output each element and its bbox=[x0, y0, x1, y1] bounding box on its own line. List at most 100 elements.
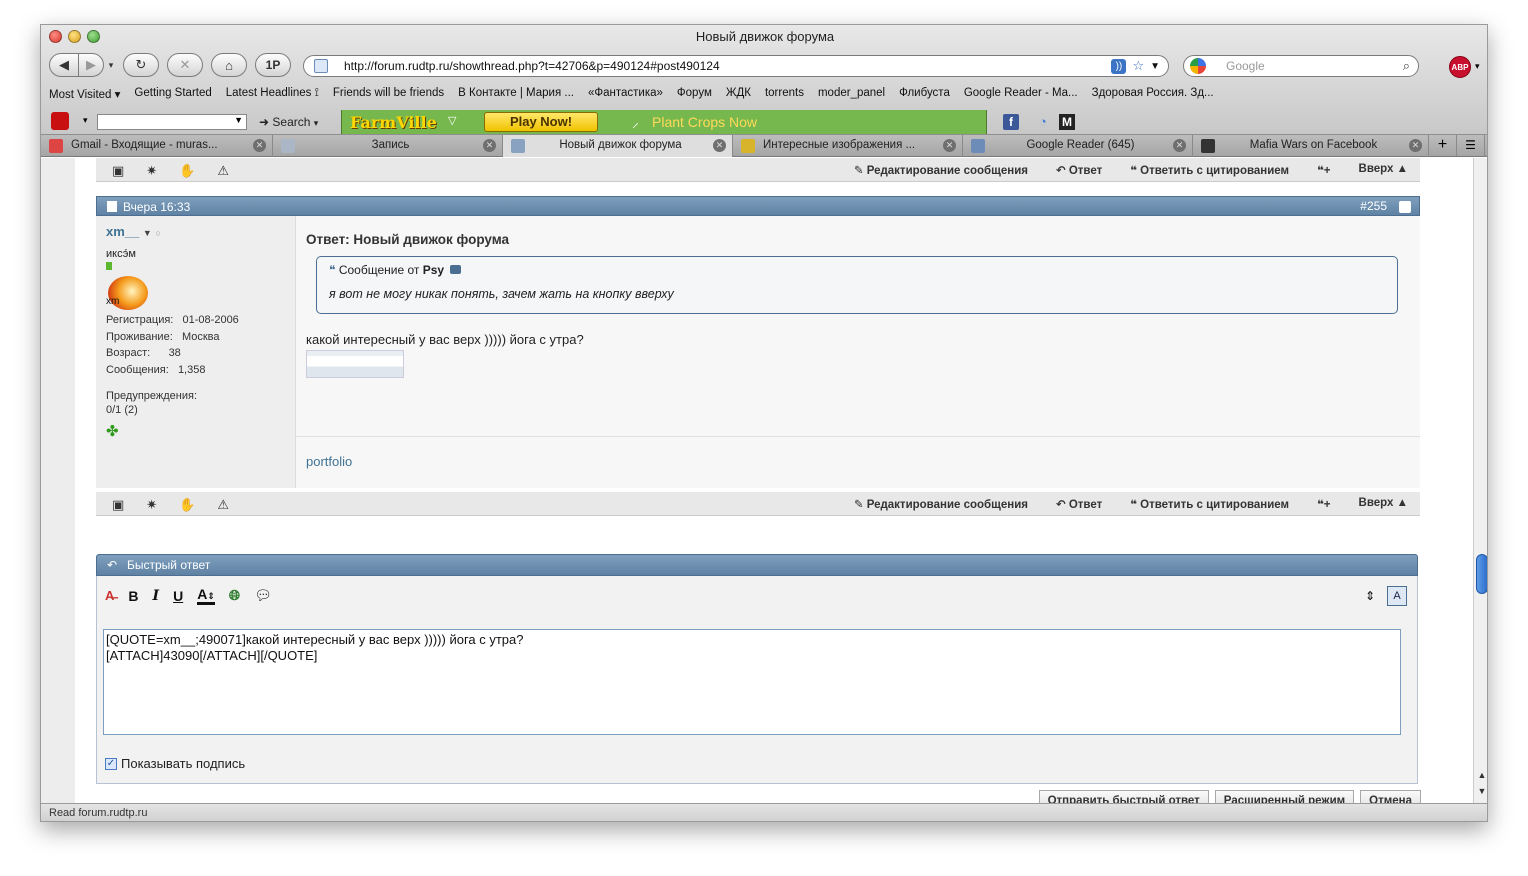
close-tab-icon[interactable]: ✕ bbox=[253, 139, 266, 152]
close-tab-icon[interactable]: ✕ bbox=[943, 139, 956, 152]
bookmark-item[interactable]: В Контакте | Мария ... bbox=[458, 87, 574, 107]
show-signature-checkbox[interactable]: ✓ bbox=[105, 757, 117, 770]
insert-quote-icon[interactable]: 💬︎ bbox=[254, 587, 272, 604]
plant-crops-link[interactable]: Plant Crops Now bbox=[652, 114, 757, 130]
quote-reply-link[interactable]: ❝ Ответить с цитированием bbox=[1130, 163, 1289, 177]
scroll-down-arrow[interactable]: ▼ bbox=[1476, 786, 1487, 796]
scrollbar-thumb[interactable] bbox=[1476, 554, 1487, 594]
bookmark-item[interactable]: Most Visited ▾ bbox=[49, 87, 120, 107]
resize-editor-icon[interactable]: ⇕ bbox=[1365, 589, 1375, 603]
send-quick-reply-button[interactable]: Отправить быстрый ответ bbox=[1038, 790, 1209, 803]
multiquote-icon[interactable]: ❝+ bbox=[1317, 497, 1330, 511]
cancel-button[interactable]: Отмена bbox=[1360, 790, 1421, 803]
url-dropdown-icon[interactable]: ▼ bbox=[1150, 61, 1160, 72]
google-engine-icon[interactable] bbox=[1190, 58, 1206, 74]
ip-icon[interactable]: ▣ bbox=[112, 163, 124, 179]
scroll-up-arrow[interactable]: ▲ bbox=[1476, 770, 1487, 780]
scroll-top-link[interactable]: Вверх ▲ bbox=[1359, 497, 1408, 511]
close-tab-icon[interactable]: ✕ bbox=[1409, 139, 1422, 152]
farmville-logo[interactable]: FarmVille bbox=[350, 113, 437, 132]
username-link[interactable]: xm__ ▼ ○ bbox=[106, 224, 161, 239]
font-color-button[interactable]: A⇕ bbox=[197, 586, 215, 605]
bookmark-star-icon[interactable]: ☆ bbox=[1132, 58, 1144, 74]
tab-google-reader[interactable]: Google Reader (645) ✕ bbox=[963, 135, 1193, 157]
tab-zapis[interactable]: Запись ✕ bbox=[273, 135, 503, 157]
bookmark-item[interactable]: ЖДК bbox=[726, 87, 751, 107]
onepassword-button[interactable]: 1P bbox=[255, 53, 291, 77]
bookmark-item[interactable]: «Фантастика» bbox=[588, 87, 663, 107]
bookmark-item[interactable]: Latest Headlines ⟟ bbox=[226, 87, 319, 107]
bookmark-item[interactable]: torrents bbox=[765, 87, 804, 107]
mafia-icon[interactable]: M bbox=[1059, 114, 1075, 130]
advanced-mode-button[interactable]: Расширенный режим bbox=[1214, 790, 1355, 803]
tab-list-button[interactable]: ☰ bbox=[1457, 135, 1485, 156]
thanks-icon[interactable]: ✋ bbox=[179, 163, 195, 179]
bookmark-item[interactable]: Флибуста bbox=[899, 87, 950, 107]
italic-button[interactable]: I bbox=[153, 588, 160, 604]
farmville-dropdown-icon[interactable]: ▽ bbox=[448, 114, 456, 127]
addon-dropdown-icon[interactable]: ▾ bbox=[83, 115, 88, 126]
user-menu-dropdown-icon[interactable]: ▼ bbox=[143, 228, 152, 238]
bookmark-item[interactable]: Getting Started bbox=[134, 87, 211, 107]
tab-mafia-wars[interactable]: Mafia Wars on Facebook ✕ bbox=[1193, 135, 1429, 157]
scroll-top-link[interactable]: Вверх ▲ bbox=[1359, 163, 1408, 177]
report-warning-icon[interactable]: ⚠ bbox=[217, 163, 229, 179]
search-input[interactable]: Google ⌕ bbox=[1183, 55, 1419, 77]
url-bar[interactable]: http://forum.rudtp.ru/showthread.php?t=4… bbox=[303, 55, 1169, 77]
search-magnifier-icon[interactable]: ⌕ bbox=[1403, 58, 1410, 74]
signature-link[interactable]: portfolio bbox=[306, 454, 352, 469]
close-tab-icon[interactable]: ✕ bbox=[1173, 139, 1186, 152]
history-dropdown[interactable]: ▾ bbox=[104, 53, 118, 77]
quick-reply-textarea[interactable]: [QUOTE=xm__;490071]какой интересный у ва… bbox=[103, 629, 1401, 735]
tab-forum-active[interactable]: Новый движок форума ✕ bbox=[503, 135, 733, 157]
reply-link[interactable]: ↶ Ответ bbox=[1056, 497, 1102, 511]
switch-editor-mode-button[interactable]: A bbox=[1387, 586, 1407, 606]
rss-feed-icon[interactable]: )) bbox=[1111, 58, 1127, 74]
home-button[interactable]: ⌂ bbox=[211, 53, 247, 77]
thanks-icon[interactable]: ✋ bbox=[179, 497, 195, 513]
close-tab-icon[interactable]: ✕ bbox=[713, 139, 726, 152]
bookmark-item[interactable]: Форум bbox=[677, 87, 712, 107]
report-warning-icon[interactable]: ⚠ bbox=[217, 497, 229, 513]
view-original-post-icon[interactable] bbox=[450, 265, 462, 274]
post-select-checkbox[interactable] bbox=[1399, 201, 1411, 213]
edit-post-link[interactable]: ✎ Редактирование сообщения bbox=[854, 497, 1028, 511]
addon-input-dropdown-icon[interactable]: ▼ bbox=[234, 115, 243, 125]
reload-button[interactable]: ↻ bbox=[123, 53, 159, 77]
close-tab-icon[interactable]: ✕ bbox=[483, 139, 496, 152]
addon-search-input[interactable]: ▼ bbox=[97, 114, 247, 130]
facebook-icon[interactable]: f bbox=[1003, 114, 1019, 130]
play-now-button[interactable]: Play Now! bbox=[484, 112, 598, 132]
bookmark-item[interactable]: Google Reader - Ma... bbox=[964, 87, 1078, 107]
multiquote-icon[interactable]: ❝+ bbox=[1317, 163, 1330, 177]
forward-button[interactable]: ▶ bbox=[78, 53, 104, 77]
remove-format-icon[interactable]: A̶ bbox=[105, 588, 114, 603]
quote-reply-link[interactable]: ❝ Ответить с цитированием bbox=[1130, 497, 1289, 511]
show-signature-label[interactable]: Показывать подпись bbox=[121, 756, 245, 771]
star-icon[interactable]: ✷ bbox=[146, 163, 157, 179]
addon-search-button[interactable]: ➜ Search ▾ bbox=[259, 115, 318, 129]
adblock-dropdown-icon[interactable]: ▾ bbox=[1475, 61, 1480, 72]
bookmark-item[interactable]: Friends will be friends bbox=[333, 87, 444, 107]
star-icon[interactable]: ✷ bbox=[146, 497, 157, 513]
quote-author: Psy bbox=[422, 263, 445, 277]
back-button[interactable]: ◀ bbox=[49, 53, 79, 77]
bookmark-item[interactable]: Здоровая Россия. Зд... bbox=[1092, 87, 1214, 107]
attachment-thumbnail[interactable] bbox=[306, 350, 404, 378]
bookmark-item[interactable]: moder_panel bbox=[818, 87, 885, 107]
tab-gmail[interactable]: Gmail - Входящие - muras... ✕ bbox=[41, 135, 273, 157]
underline-button[interactable]: U bbox=[173, 588, 183, 604]
insert-link-icon[interactable]: 🌐︎ bbox=[229, 587, 240, 604]
page-scrollbar[interactable]: ▲ ▼ bbox=[1473, 158, 1487, 803]
stop-button[interactable]: ✕ bbox=[167, 53, 203, 77]
bold-button[interactable]: B bbox=[128, 588, 138, 604]
tab-images[interactable]: Интересные изображения ... ✕ bbox=[733, 135, 963, 157]
zynga-dog-icon[interactable] bbox=[51, 112, 69, 130]
new-tab-button[interactable]: + bbox=[1429, 135, 1457, 156]
adblock-plus-icon[interactable]: ABP bbox=[1449, 56, 1471, 78]
post-number-link[interactable]: #255 bbox=[1360, 199, 1387, 213]
reply-link[interactable]: ↶ Ответ bbox=[1056, 163, 1102, 177]
owl-icon[interactable]: ◔ bbox=[1039, 114, 1047, 129]
edit-post-link[interactable]: ✎ Редактирование сообщения bbox=[854, 163, 1028, 177]
ip-icon[interactable]: ▣ bbox=[112, 497, 124, 513]
